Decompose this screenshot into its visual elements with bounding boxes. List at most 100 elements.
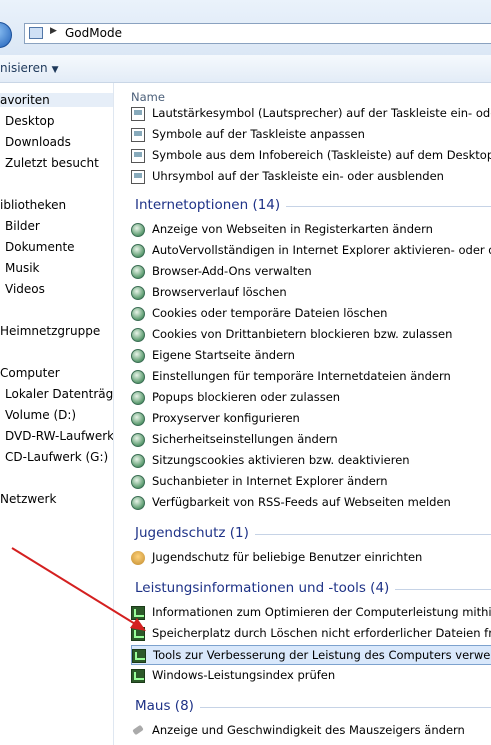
group-divider <box>200 707 491 708</box>
performance-icon <box>131 627 145 641</box>
list-item-label: Windows-Leistungsindex prüfen <box>152 668 336 682</box>
list-item[interactable]: Popups blockieren oder zulassen <box>131 388 491 408</box>
nav-item[interactable]: Heimnetzgruppe <box>0 324 113 338</box>
list-item-label: Cookies von Drittanbietern blockieren bz… <box>152 327 453 341</box>
group-header[interactable]: Leistungsinformationen und -tools (4) <box>131 579 491 599</box>
list-item[interactable]: Jugendschutz für beliebige Benutzer einr… <box>131 548 491 568</box>
nav-item[interactable]: Netzwerk <box>0 492 113 506</box>
list-item[interactable]: Anzeige von Webseiten in Registerkarten … <box>131 220 491 240</box>
list-item[interactable]: Browserverlauf löschen <box>131 283 491 303</box>
globe-icon <box>131 496 145 510</box>
list-item-label: AutoVervollständigen in Internet Explore… <box>152 243 491 257</box>
globe-icon <box>131 307 145 321</box>
breadcrumb-arrow-icon[interactable]: ▶ <box>50 26 57 36</box>
address-field[interactable]: ▶ GodMode <box>24 23 491 44</box>
list-item[interactable]: Cookies oder temporäre Dateien löschen <box>131 304 491 324</box>
list-item[interactable]: Anzeige und Geschwindigkeit des Mauszeig… <box>131 721 491 741</box>
list-item-label: Symbole auf der Taskleiste anpassen <box>152 127 365 141</box>
group-title: Internetoptionen (14) <box>135 197 281 213</box>
group-header[interactable]: Internetoptionen (14) <box>131 196 491 216</box>
group-divider <box>286 206 491 207</box>
nav-item[interactable]: Volume (D:) <box>5 408 113 422</box>
command-bar: nisieren ▼ <box>0 55 491 83</box>
list-item[interactable]: Windows-Leistungsindex prüfen <box>131 666 491 686</box>
group-title: Leistungsinformationen und -tools (4) <box>135 580 390 596</box>
monitor-icon <box>131 107 145 121</box>
group-title: Maus (8) <box>135 698 194 714</box>
performance-icon <box>131 669 145 683</box>
list-item[interactable]: Sicherheitseinstellungen ändern <box>131 430 491 450</box>
list-item-label: Tools zur Verbesserung der Leistung des … <box>153 648 491 662</box>
globe-icon <box>131 244 145 258</box>
list-item[interactable]: AutoVervollständigen in Internet Explore… <box>131 241 491 261</box>
monitor-icon <box>131 149 145 163</box>
list-item[interactable]: Sitzungscookies aktivieren bzw. deaktivi… <box>131 451 491 471</box>
nav-item[interactable]: Videos <box>5 282 113 296</box>
globe-icon <box>131 370 145 384</box>
globe-icon <box>131 286 145 300</box>
list-item-label: Einstellungen für temporäre Internetdate… <box>152 369 451 383</box>
list-item-label: Cookies oder temporäre Dateien löschen <box>152 306 388 320</box>
list-item[interactable]: Eigene Startseite ändern <box>131 346 491 366</box>
address-path: GodMode <box>65 26 122 40</box>
list-item-label: Uhrsymbol auf der Taskleiste ein- oder a… <box>152 169 444 183</box>
list-item[interactable]: Browser-Add-Ons verwalten <box>131 262 491 282</box>
list-item-label: Anzeige von Webseiten in Registerkarten … <box>152 222 433 236</box>
nav-item[interactable]: Desktop <box>5 114 113 128</box>
list-item[interactable]: Cookies von Drittanbietern blockieren bz… <box>131 325 491 345</box>
nav-item[interactable]: DVD-RW-Laufwerk ( <box>5 429 113 443</box>
performance-icon <box>131 606 145 620</box>
list-item[interactable]: Verfügbarkeit von RSS-Feeds auf Webseite… <box>131 493 491 513</box>
monitor-icon <box>131 170 145 184</box>
nav-item[interactable]: ibliotheken <box>0 198 113 212</box>
mouse-icon <box>131 724 145 738</box>
list-item-label: Browser-Add-Ons verwalten <box>152 264 312 278</box>
globe-icon <box>131 391 145 405</box>
nav-item[interactable]: Computer <box>0 366 113 380</box>
organize-label: nisieren <box>0 61 48 75</box>
column-header-name[interactable]: Name <box>131 90 165 104</box>
nav-item[interactable]: Zuletzt besucht <box>5 156 113 170</box>
file-list-pane: Name Lautstärkesymbol (Lautsprecher) auf… <box>114 83 491 745</box>
list-item-label: Proxyserver konfigurieren <box>152 411 300 425</box>
list-item[interactable]: Symbole auf der Taskleiste anpassen <box>131 125 491 145</box>
list-item-label: Symbole aus dem Infobereich (Taskleiste)… <box>152 148 491 162</box>
group-divider <box>395 589 491 590</box>
list-item[interactable]: Proxyserver konfigurieren <box>131 409 491 429</box>
nav-item[interactable]: Dokumente <box>5 240 113 254</box>
organize-button[interactable]: nisieren ▼ <box>0 61 59 75</box>
list-item[interactable]: Suchanbieter in Internet Explorer ändern <box>131 472 491 492</box>
globe-icon <box>131 433 145 447</box>
group-header[interactable]: Jugendschutz (1) <box>131 524 491 544</box>
list-item[interactable]: Uhrsymbol auf der Taskleiste ein- oder a… <box>131 167 491 187</box>
family-icon <box>131 551 145 565</box>
nav-item[interactable]: Bilder <box>5 219 113 233</box>
globe-icon <box>131 328 145 342</box>
list-item[interactable]: Lautstärkesymbol (Lautsprecher) auf der … <box>131 104 491 124</box>
nav-item[interactable]: Downloads <box>5 135 113 149</box>
navigation-pane: avoriten Desktop Downloads Zuletzt besucht i… <box>0 83 114 745</box>
list-item-label: Sicherheitseinstellungen ändern <box>152 432 338 446</box>
address-bar-area: ▶ GodMode <box>0 0 491 55</box>
list-item[interactable]: Symbole aus dem Infobereich (Taskleiste)… <box>131 146 491 166</box>
group-title: Jugendschutz (1) <box>135 525 249 541</box>
list-item[interactable]: Informationen zum Optimieren der Compute… <box>131 603 491 623</box>
globe-icon <box>131 454 145 468</box>
nav-item[interactable]: Musik <box>5 261 113 275</box>
globe-icon <box>131 475 145 489</box>
list-item-label: Verfügbarkeit von RSS-Feeds auf Webseite… <box>152 495 451 509</box>
list-item-label: Informationen zum Optimieren der Compute… <box>152 605 491 619</box>
list-item-label: Suchanbieter in Internet Explorer ändern <box>152 474 388 488</box>
nav-item[interactable]: CD-Laufwerk (G:) M <box>5 450 113 464</box>
list-item[interactable]: Einstellungen für temporäre Internetdate… <box>131 367 491 387</box>
nav-item[interactable]: avoriten <box>0 93 113 107</box>
chevron-down-icon: ▼ <box>51 65 59 75</box>
list-item[interactable]: Tools zur Verbesserung der Leistung des … <box>131 645 491 665</box>
back-button[interactable] <box>0 22 12 48</box>
control-panel-icon <box>29 27 43 39</box>
group-divider <box>255 534 491 535</box>
list-item-label: Browserverlauf löschen <box>152 285 287 299</box>
list-item[interactable]: Speicherplatz durch Löschen nicht erford… <box>131 624 491 644</box>
nav-item[interactable]: Lokaler Datenträger <box>5 387 113 401</box>
group-header[interactable]: Maus (8) <box>131 697 491 717</box>
